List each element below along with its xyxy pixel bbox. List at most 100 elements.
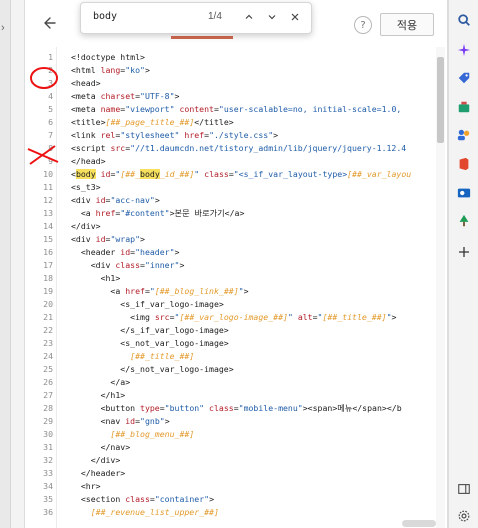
- code-line[interactable]: 33 </header>: [25, 467, 447, 480]
- code-line[interactable]: 5 <meta name="viewport" content="user-sca…: [25, 103, 447, 116]
- code-line[interactable]: 26 </a>: [25, 376, 447, 389]
- code-token: [##_revenue_list_upper_##]: [71, 507, 219, 517]
- tree-icon[interactable]: [456, 213, 472, 229]
- code-token: id: [125, 416, 136, 426]
- code-line[interactable]: 14 </div>: [25, 220, 447, 233]
- code-line[interactable]: 20 <s_if_var_logo-image>: [25, 298, 447, 311]
- code-line[interactable]: 25 </s_not_var_logo-image>: [25, 363, 447, 376]
- code-line[interactable]: 6 <title>[##_page_title_##]</title>: [25, 116, 447, 129]
- line-number: 31: [43, 442, 53, 452]
- code-token: [##_title_##]: [71, 351, 195, 361]
- code-line[interactable]: 8 <script src="//t1.daumcdn.net/tistory_a…: [25, 142, 447, 155]
- code-line[interactable]: 15 <div id="wrap">: [25, 233, 447, 246]
- code-token: </a>: [224, 208, 245, 218]
- code-line[interactable]: 11 <s_t3>: [25, 181, 447, 194]
- code-token: charset: [100, 91, 136, 101]
- right-sidebar: [448, 0, 478, 528]
- code-line[interactable]: 10 <body id="[##_body_id_##]" class="<s_i…: [25, 168, 447, 181]
- panel-icon[interactable]: [456, 481, 472, 497]
- code-line[interactable]: 1 <!doctype html>: [25, 51, 447, 64]
- code-token: "container": [154, 494, 210, 504]
- code-text: <s_if_var_logo-image>: [71, 298, 433, 311]
- people-icon[interactable]: [456, 127, 472, 143]
- code-token: "button": [164, 403, 205, 413]
- search-icon[interactable]: [456, 12, 472, 28]
- line-number: 30: [43, 429, 53, 439]
- code-line[interactable]: 19 <a href="[##_blog_link_##]">: [25, 285, 447, 298]
- code-line[interactable]: 27 </h1>: [25, 389, 447, 402]
- code-editor[interactable]: 1 <!doctype html> 2 <html lang="ko"> 3 <head>…: [25, 47, 447, 528]
- code-line[interactable]: 2 <html lang="ko">: [25, 64, 447, 77]
- code-token: <!doctype html>: [71, 52, 145, 62]
- code-line[interactable]: 30 [##_blog_menu_##]: [25, 428, 447, 441]
- settings-icon[interactable]: [456, 508, 472, 524]
- collapse-arrow-icon[interactable]: ›: [1, 22, 5, 34]
- find-input[interactable]: body: [93, 11, 117, 22]
- apply-button[interactable]: 적용: [380, 13, 434, 36]
- code-token: >: [174, 91, 180, 101]
- code-line[interactable]: 34 <hr>: [25, 480, 447, 493]
- code-token: src: [154, 312, 170, 322]
- previous-match-button[interactable]: [242, 10, 256, 24]
- code-line[interactable]: 13 <a href="#content">본문 바로가기</a>: [25, 207, 447, 220]
- code-text: <a href="[##_blog_link_##]">: [71, 285, 433, 298]
- code-line[interactable]: 3 <head>: [25, 77, 447, 90]
- code-token: href: [125, 286, 145, 296]
- code-line[interactable]: 17 <div class="inner">: [25, 259, 447, 272]
- left-panel-edge[interactable]: ›: [0, 0, 11, 528]
- code-token: [##_blog_menu_##]: [71, 429, 195, 439]
- line-number: 29: [43, 416, 53, 426]
- code-text: </header>: [71, 467, 433, 480]
- code-text: <title>[##_page_title_##]</title>: [71, 116, 433, 129]
- code-token: href: [95, 208, 116, 218]
- code-line[interactable]: 4 <meta charset="UTF-8">: [25, 90, 447, 103]
- code-token: "viewport": [125, 104, 175, 114]
- line-number: 24: [43, 351, 53, 361]
- help-button[interactable]: ?: [354, 16, 372, 34]
- code-line[interactable]: 32 </div>: [25, 454, 447, 467]
- code-line[interactable]: 31 </nav>: [25, 441, 447, 454]
- code-line[interactable]: 36 [##_revenue_list_upper_##]: [25, 506, 447, 519]
- code-token: <hr>: [71, 481, 101, 491]
- code-line[interactable]: 9 </head>: [25, 155, 447, 168]
- close-find-button[interactable]: [288, 10, 302, 24]
- tag-icon[interactable]: [456, 70, 472, 86]
- code-line[interactable]: 16 <header id="header">: [25, 246, 447, 259]
- code-text: <header id="header">: [71, 246, 433, 259]
- line-number: 23: [43, 338, 53, 348]
- back-button[interactable]: [37, 11, 61, 35]
- scrollbar-thumb[interactable]: [437, 57, 444, 143]
- code-line[interactable]: 23 <s_not_var_logo-image>: [25, 337, 447, 350]
- code-token: <meta: [71, 91, 101, 101]
- code-line[interactable]: 28 <button type="button" class="mobile-m…: [25, 402, 447, 415]
- code-token: type: [140, 403, 160, 413]
- line-number: 32: [43, 455, 53, 465]
- code-token: lang: [100, 65, 121, 75]
- code-line[interactable]: 21 <img src="[##_var_logo-image_##]" alt…: [25, 311, 447, 324]
- code-line[interactable]: 18 <h1>: [25, 272, 447, 285]
- next-match-button[interactable]: [265, 10, 279, 24]
- code-token: <s_if_var_logo-image>: [71, 299, 224, 309]
- code-line[interactable]: 7 <link rel="stylesheet" href="./style.cs…: [25, 129, 447, 142]
- vertical-scrollbar[interactable]: [436, 47, 445, 528]
- code-token: "user-scalable=no, initial-scale=1.0,: [218, 104, 402, 114]
- code-token: <h1>: [71, 273, 121, 283]
- code-line[interactable]: 35 <section class="container">: [25, 493, 447, 506]
- code-text: <s_t3>: [71, 181, 433, 194]
- code-line[interactable]: 22 </s_if_var_logo-image>: [25, 324, 447, 337]
- outlook-icon[interactable]: [456, 185, 472, 201]
- code-text: <head>: [71, 77, 433, 90]
- code-token: >: [164, 416, 170, 426]
- code-token: <a: [71, 208, 96, 218]
- code-line[interactable]: 29 <nav id="gnb">: [25, 415, 447, 428]
- code-line[interactable]: 24 [##_title_##]: [25, 350, 447, 363]
- office-icon[interactable]: [456, 156, 472, 172]
- plus-icon[interactable]: [456, 244, 472, 260]
- code-token: </nav>: [71, 442, 131, 452]
- toolbox-icon[interactable]: [456, 99, 472, 115]
- code-token: id: [120, 247, 131, 257]
- chevron-down-icon: [268, 15, 276, 20]
- sparkle-icon[interactable]: [456, 42, 472, 58]
- code-text: [##_title_##]: [71, 350, 433, 363]
- code-line[interactable]: 12 <div id="acc-nav">: [25, 194, 447, 207]
